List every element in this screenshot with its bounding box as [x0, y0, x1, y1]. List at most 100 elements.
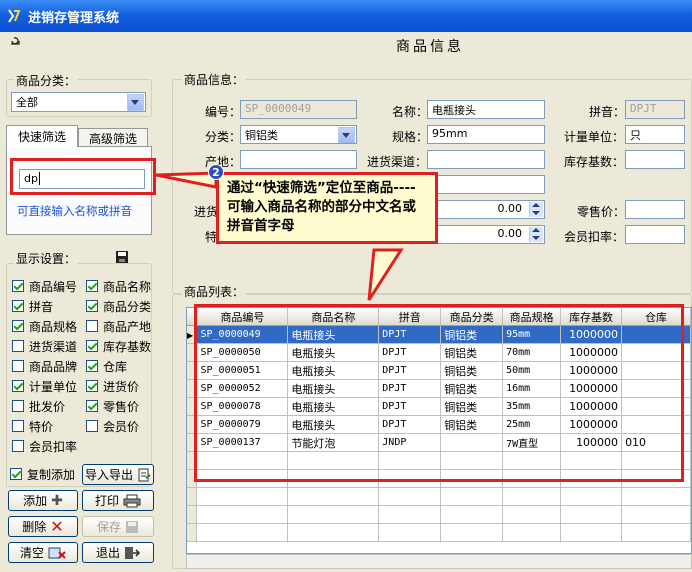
- retail-label: 零售价：: [577, 205, 626, 219]
- checkbox-label-3: 拼音: [29, 300, 54, 314]
- table-cell: [440, 505, 504, 524]
- table-cell: [621, 487, 691, 506]
- unit-label: 计量单位：: [564, 130, 625, 144]
- print-label: 打印: [94, 494, 119, 508]
- checkbox-7[interactable]: [12, 340, 24, 352]
- table-cell: [440, 487, 504, 506]
- checkbox-label-1: 商品编号: [29, 280, 78, 294]
- checkbox-3[interactable]: [12, 300, 24, 312]
- spin-arrows-icon[interactable]: [529, 202, 543, 217]
- delete-x-icon: ✕: [50, 516, 64, 536]
- refresh-icon[interactable]: [9, 35, 21, 47]
- class-label: 分类：: [205, 130, 242, 144]
- delete-button[interactable]: 删除 ✕: [8, 516, 78, 537]
- table-cell: [560, 523, 623, 542]
- copy-add-checkbox[interactable]: [10, 468, 22, 480]
- display-settings-label: 显示设置：: [14, 250, 79, 267]
- checkbox-14[interactable]: [86, 400, 98, 412]
- save-label: 保存: [96, 520, 121, 534]
- copy-add-label: 复制添加: [27, 468, 76, 482]
- checkbox-8[interactable]: [86, 340, 98, 352]
- table-cell: [560, 505, 623, 524]
- checkbox-5[interactable]: [12, 320, 24, 332]
- checkbox-13[interactable]: [12, 400, 24, 412]
- tab-advanced-filter[interactable]: 高级筛选: [78, 128, 148, 147]
- unit-field[interactable]: 只: [625, 125, 685, 144]
- delete-label: 删除: [22, 520, 47, 534]
- table-cell: [378, 523, 442, 542]
- checkbox-6[interactable]: [86, 320, 98, 332]
- checkbox-label-13: 批发价: [29, 400, 66, 414]
- tab-quick-filter[interactable]: 快速筛选: [6, 125, 78, 147]
- checkbox-label-11: 计量单位: [29, 380, 78, 394]
- row-indicator: [187, 523, 198, 542]
- table-cell: [621, 505, 691, 524]
- checkbox-label-10: 仓库: [103, 360, 128, 374]
- table-cell: [502, 505, 562, 524]
- table-cell: [621, 523, 691, 542]
- name-field[interactable]: 电瓶接头: [427, 100, 545, 119]
- table-cell: [440, 523, 504, 542]
- table-cell: [560, 487, 623, 506]
- horizontal-scrollbar[interactable]: [186, 554, 692, 569]
- table-cell: [287, 505, 380, 524]
- member-rate-label: 会员扣率：: [564, 230, 625, 244]
- category-value: 全部: [16, 96, 38, 109]
- stock-label: 库存基数：: [564, 155, 625, 169]
- import-export-label: 导入导出: [84, 468, 133, 482]
- member-rate-field[interactable]: [625, 225, 685, 244]
- code-label: 编号：: [205, 105, 242, 119]
- exit-button[interactable]: 退出: [82, 542, 154, 563]
- checkbox-label-15: 特价: [29, 420, 54, 434]
- spin-arrows-icon[interactable]: [529, 227, 543, 242]
- checkbox-12[interactable]: [86, 380, 98, 392]
- checkbox-10[interactable]: [86, 360, 98, 372]
- row-indicator: [187, 505, 198, 524]
- print-button[interactable]: 打印: [82, 490, 154, 511]
- checkbox-4[interactable]: [86, 300, 98, 312]
- window-title: 进销存管理系统: [28, 11, 120, 26]
- chevron-down-icon[interactable]: [338, 127, 355, 143]
- table-row[interactable]: [187, 523, 691, 542]
- table-row[interactable]: [187, 487, 691, 506]
- price-value-2: 0.00: [497, 227, 523, 240]
- code-field[interactable]: SP_0000049: [240, 100, 357, 119]
- stock-field[interactable]: [625, 150, 685, 169]
- clear-button[interactable]: 清空: [8, 542, 78, 563]
- spec-field[interactable]: 95mm: [427, 125, 545, 144]
- product-info-label: 商品信息：: [182, 71, 247, 88]
- checkbox-15[interactable]: [12, 420, 24, 432]
- table-cell: [502, 523, 562, 542]
- checkbox-1[interactable]: [12, 280, 24, 292]
- chevron-down-icon[interactable]: [127, 94, 144, 111]
- table-cell: [378, 487, 442, 506]
- table-cell: [502, 487, 562, 506]
- checkbox-17[interactable]: [12, 440, 24, 452]
- add-button[interactable]: 添加 ✚: [8, 490, 78, 511]
- checkbox-9[interactable]: [12, 360, 24, 372]
- checkbox-label-8: 库存基数: [103, 340, 152, 354]
- category-select[interactable]: 全部: [11, 92, 146, 112]
- printer-icon: [123, 494, 141, 507]
- checkbox-label-5: 商品规格: [29, 320, 78, 334]
- name-label: 名称：: [392, 105, 429, 119]
- pinyin-field[interactable]: DPJT: [625, 100, 685, 119]
- save-settings-icon[interactable]: [115, 250, 129, 264]
- display-settings-group: [6, 263, 152, 487]
- highlight-box-filter: [10, 158, 156, 195]
- row-indicator: [187, 487, 198, 506]
- checkbox-11[interactable]: [12, 380, 24, 392]
- table-row[interactable]: [187, 505, 691, 524]
- class-select[interactable]: 铜铝类: [240, 125, 357, 144]
- checkbox-16[interactable]: [86, 420, 98, 432]
- checkbox-2[interactable]: [86, 280, 98, 292]
- tab-advanced-filter-label: 高级筛选: [88, 131, 137, 146]
- save-button[interactable]: 保存: [82, 516, 154, 537]
- plus-icon: ✚: [51, 492, 63, 509]
- retail-field[interactable]: [625, 200, 685, 219]
- table-cell: [196, 523, 289, 542]
- pinyin-label: 拼音：: [589, 105, 626, 119]
- clear-label: 清空: [19, 546, 44, 560]
- import-export-button[interactable]: 导入导出: [82, 464, 154, 485]
- exit-label: 退出: [95, 546, 120, 560]
